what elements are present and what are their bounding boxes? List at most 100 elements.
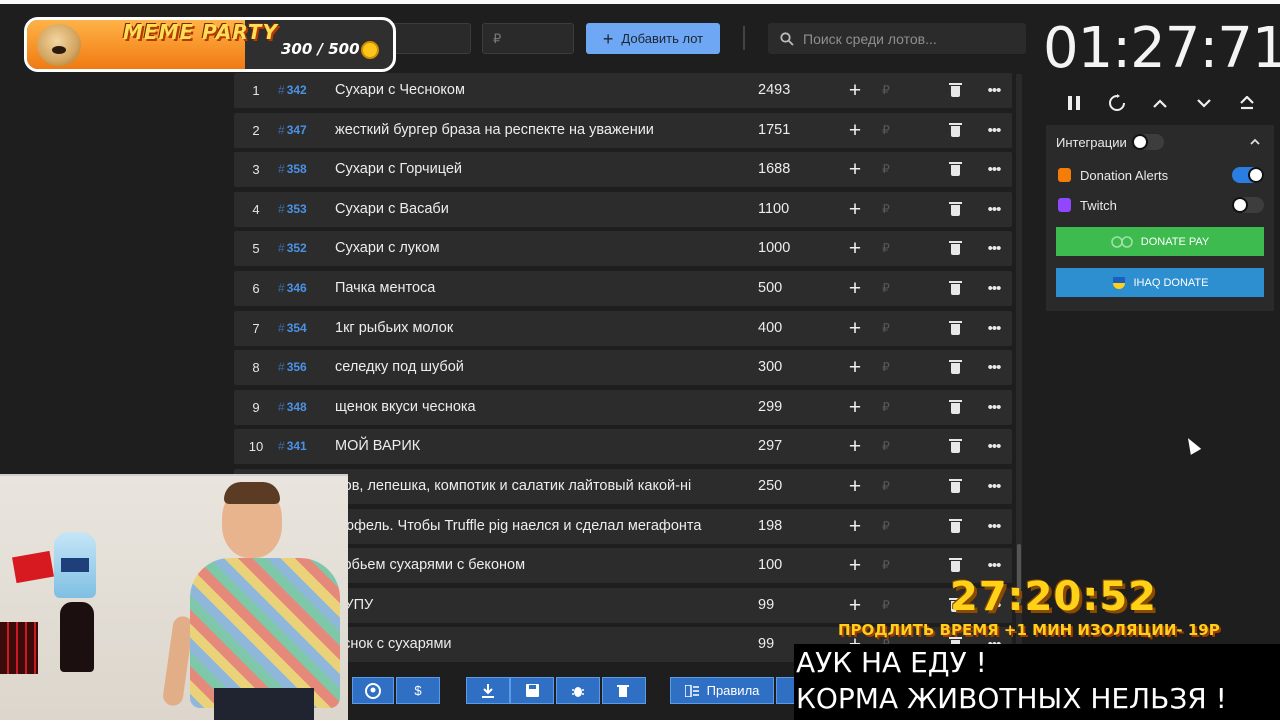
lot-id[interactable]: #352 bbox=[278, 231, 318, 266]
add-amount-button[interactable]: + bbox=[846, 509, 864, 544]
lot-name[interactable]: Сухари с Васаби bbox=[335, 192, 731, 227]
download-button[interactable] bbox=[466, 677, 510, 704]
reset-timer-button[interactable] bbox=[1104, 90, 1130, 116]
lot-name[interactable]: Пачка ментоса bbox=[335, 271, 731, 306]
lot-row[interactable]: 7 #354 1кг рыбьих молок 400 + ₽ ••• bbox=[234, 311, 1012, 346]
ihaq-donate-button[interactable]: IHAQ DONATE bbox=[1056, 268, 1264, 297]
lot-id[interactable]: #354 bbox=[278, 311, 318, 346]
search-input[interactable] bbox=[803, 30, 1013, 47]
lot-row[interactable]: 3 #358 Сухари с Горчицей 1688 + ₽ ••• bbox=[234, 152, 1012, 187]
more-options-icon[interactable]: ••• bbox=[985, 113, 1003, 148]
lot-amount-field[interactable]: ₽ bbox=[482, 23, 574, 54]
lot-amount[interactable]: 2493 bbox=[758, 73, 818, 108]
ruble-input[interactable]: ₽ bbox=[880, 390, 892, 425]
delete-icon[interactable] bbox=[949, 321, 962, 336]
ruble-input[interactable]: ₽ bbox=[880, 73, 892, 108]
delete-icon[interactable] bbox=[949, 439, 962, 454]
add-amount-button[interactable]: + bbox=[846, 350, 864, 385]
add-amount-button[interactable]: + bbox=[846, 271, 864, 306]
lot-row[interactable]: добьем сухарями с беконом 100 + ₽ ••• bbox=[234, 548, 1012, 583]
github-button[interactable] bbox=[352, 677, 394, 704]
timer-up-button[interactable] bbox=[1147, 90, 1173, 116]
lot-name[interactable]: лов, лепешка, компотик и салатик лайтовы… bbox=[335, 469, 731, 504]
lot-amount[interactable]: 100 bbox=[758, 548, 818, 583]
lot-name[interactable]: 1кг рыбьих молок bbox=[335, 311, 731, 346]
lot-name[interactable]: рюфель. Чтобы Truffle pig наелся и сдела… bbox=[335, 509, 731, 544]
lot-row[interactable]: 5 #352 Сухари с луком 1000 + ₽ ••• bbox=[234, 231, 1012, 266]
lot-row[interactable]: РУПУ 99 + ₽ ••• bbox=[234, 588, 1012, 623]
add-amount-button[interactable]: + bbox=[846, 231, 864, 266]
delete-icon[interactable] bbox=[949, 400, 962, 415]
lot-id[interactable]: #342 bbox=[278, 73, 318, 108]
lot-amount[interactable]: 99 bbox=[758, 588, 818, 623]
lot-amount[interactable]: 1751 bbox=[758, 113, 818, 148]
lot-name[interactable]: селедку под шубой bbox=[335, 350, 731, 385]
more-options-icon[interactable]: ••• bbox=[985, 73, 1003, 108]
lot-amount[interactable]: 1000 bbox=[758, 231, 818, 266]
lot-row[interactable]: лов, лепешка, компотик и салатик лайтовы… bbox=[234, 469, 1012, 504]
more-toolbar-button[interactable] bbox=[776, 677, 796, 704]
ruble-input[interactable]: ₽ bbox=[880, 588, 892, 623]
lot-id[interactable]: #348 bbox=[278, 390, 318, 425]
lot-amount[interactable]: 500 bbox=[758, 271, 818, 306]
lot-amount[interactable]: 299 bbox=[758, 390, 818, 425]
add-amount-button[interactable]: + bbox=[846, 588, 864, 623]
lot-amount[interactable]: 198 bbox=[758, 509, 818, 544]
donate-pay-button[interactable]: DONATE PAY bbox=[1056, 227, 1264, 256]
lot-name[interactable]: Сухари с Чесноком bbox=[335, 73, 731, 108]
lot-row[interactable]: 2 #347 жесткий бургер браза на респекте на… bbox=[234, 113, 1012, 148]
lot-row[interactable]: 8 #356 селедку под шубой 300 + ₽ ••• bbox=[234, 350, 1012, 385]
delete-icon[interactable] bbox=[949, 519, 962, 534]
more-options-icon[interactable]: ••• bbox=[985, 350, 1003, 385]
lot-row[interactable]: 4 #353 Сухари с Васаби 1100 + ₽ ••• bbox=[234, 192, 1012, 227]
lot-name[interactable]: щенок вкуси чеснока bbox=[335, 390, 731, 425]
timer-down-button[interactable] bbox=[1191, 90, 1217, 116]
more-options-icon[interactable]: ••• bbox=[985, 152, 1003, 187]
ruble-input[interactable]: ₽ bbox=[880, 311, 892, 346]
save-button[interactable] bbox=[510, 677, 554, 704]
lot-id[interactable]: #346 bbox=[278, 271, 318, 306]
lot-name[interactable]: Сухари с луком bbox=[335, 231, 731, 266]
lot-name[interactable]: еснок с сухарями bbox=[335, 627, 731, 662]
ruble-input[interactable]: ₽ bbox=[880, 271, 892, 306]
lot-name[interactable]: РУПУ bbox=[335, 588, 731, 623]
ruble-input[interactable]: ₽ bbox=[880, 231, 892, 266]
lot-amount[interactable]: 300 bbox=[758, 350, 818, 385]
lot-name[interactable]: МОЙ ВАРИК bbox=[335, 429, 731, 464]
lot-row[interactable]: 1 #342 Сухари с Чесноком 2493 + ₽ ••• bbox=[234, 73, 1012, 108]
delete-icon[interactable] bbox=[949, 83, 962, 98]
more-options-icon[interactable]: ••• bbox=[985, 271, 1003, 306]
timer-double-up-button[interactable] bbox=[1234, 90, 1260, 116]
more-options-icon[interactable]: ••• bbox=[985, 231, 1003, 266]
lot-id[interactable]: #356 bbox=[278, 350, 318, 385]
delete-icon[interactable] bbox=[949, 123, 962, 138]
ruble-input[interactable]: ₽ bbox=[880, 429, 892, 464]
bug-report-button[interactable] bbox=[556, 677, 600, 704]
ruble-input[interactable]: ₽ bbox=[880, 548, 892, 583]
lot-row[interactable]: 9 #348 щенок вкуси чеснока 299 + ₽ ••• bbox=[234, 390, 1012, 425]
add-amount-button[interactable]: + bbox=[846, 390, 864, 425]
lot-row[interactable]: рюфель. Чтобы Truffle pig наелся и сдела… bbox=[234, 509, 1012, 544]
ruble-input[interactable]: ₽ bbox=[880, 192, 892, 227]
more-options-icon[interactable]: ••• bbox=[985, 311, 1003, 346]
lot-amount[interactable]: 400 bbox=[758, 311, 818, 346]
clear-all-button[interactable] bbox=[602, 677, 646, 704]
add-amount-button[interactable]: + bbox=[846, 113, 864, 148]
more-options-icon[interactable]: ••• bbox=[985, 429, 1003, 464]
lot-row[interactable]: 10 #341 МОЙ ВАРИК 297 + ₽ ••• bbox=[234, 429, 1012, 464]
add-amount-button[interactable]: + bbox=[846, 311, 864, 346]
delete-icon[interactable] bbox=[949, 241, 962, 256]
add-amount-button[interactable]: + bbox=[846, 192, 864, 227]
rules-button[interactable]: Правила bbox=[670, 677, 774, 704]
ruble-input[interactable]: ₽ bbox=[880, 469, 892, 504]
lot-amount[interactable]: 1100 bbox=[758, 192, 818, 227]
donate-dollar-button[interactable]: $ bbox=[396, 677, 440, 704]
lot-amount[interactable]: 1688 bbox=[758, 152, 818, 187]
lot-id[interactable]: #347 bbox=[278, 113, 318, 148]
lot-name[interactable]: Сухари с Горчицей bbox=[335, 152, 731, 187]
collapse-icon[interactable] bbox=[1250, 138, 1260, 145]
more-options-icon[interactable]: ••• bbox=[985, 192, 1003, 227]
ruble-input[interactable]: ₽ bbox=[880, 152, 892, 187]
twitch-toggle[interactable] bbox=[1232, 197, 1264, 213]
ruble-input[interactable]: ₽ bbox=[880, 350, 892, 385]
